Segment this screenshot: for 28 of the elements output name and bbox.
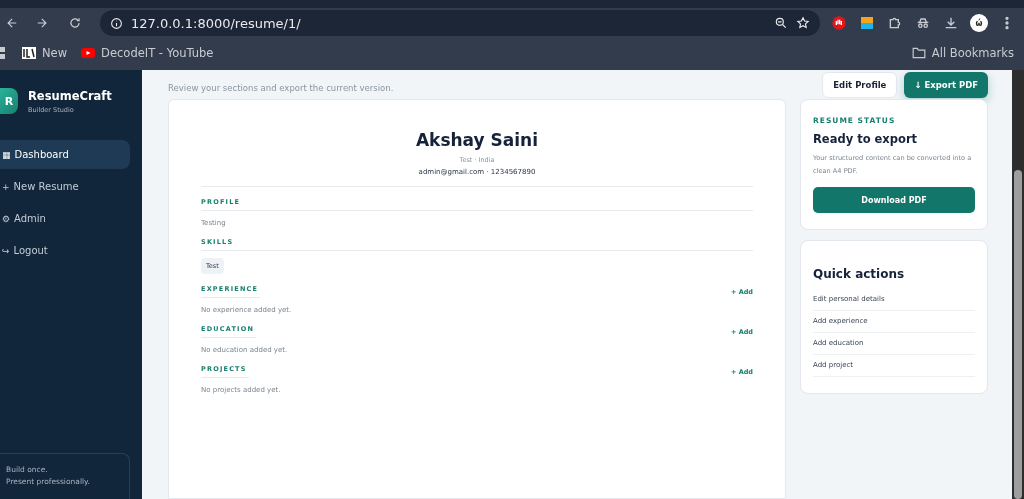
nav-item[interactable]: ↪ Logout	[0, 236, 130, 265]
info-icon[interactable]	[110, 16, 123, 30]
apps-icon[interactable]	[0, 46, 8, 60]
card-title: Quick actions	[813, 267, 906, 282]
brand-logo: R	[0, 88, 18, 114]
download-button[interactable]: Download PDF	[813, 187, 975, 214]
image-converter-icon[interactable]	[858, 14, 876, 32]
bookmark[interactable]: DecodeIT - YouTube	[81, 46, 214, 60]
zoom-out-icon[interactable]	[774, 16, 788, 30]
all-bookmarks[interactable]: All Bookmarks	[911, 46, 1014, 60]
scrollbar[interactable]	[1012, 70, 1024, 499]
profile-avatar[interactable]: ώ	[970, 14, 988, 32]
export-button[interactable]: ↓ Export PDF	[904, 72, 988, 98]
folder-icon	[911, 47, 926, 59]
nav-item[interactable]: + New Resume	[0, 172, 130, 201]
star-icon[interactable]	[796, 16, 810, 30]
page-subtitle: Review your sections and export the current version.	[168, 83, 394, 93]
nav-item[interactable]: ▦ Dashboard	[0, 140, 130, 169]
nav-item[interactable]: ⚙ Admin	[0, 204, 130, 233]
resume-name: Akshay Saini	[414, 130, 540, 150]
edit-button[interactable]: Edit Profile	[822, 72, 898, 98]
url-text: 127.0.0.1:8000/resume/1/	[131, 15, 301, 31]
address-bar[interactable]: 127.0.0.1:8000/resume/1/	[100, 10, 820, 36]
brand-name: ResumeCraft	[28, 88, 112, 103]
card-title: Ready to export	[813, 132, 919, 146]
bookmark[interactable]: New	[22, 46, 68, 60]
play-icon	[81, 48, 96, 58]
page-icon	[22, 47, 36, 59]
